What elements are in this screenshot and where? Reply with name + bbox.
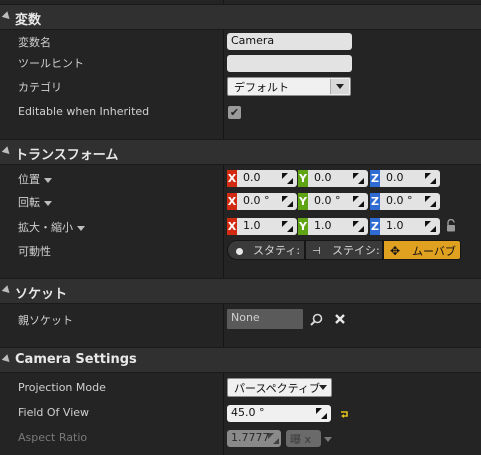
row-category: カテゴリ デフォルト (0, 75, 481, 99)
scale-x-field[interactable]: 1.0 (237, 218, 297, 235)
axis-y-label: Y (298, 170, 308, 187)
move-arrows-icon: ✥ (390, 244, 401, 258)
projection-mode-dropdown[interactable]: パースペクティブ (227, 378, 332, 397)
section-title-camera-settings: Camera Settings (15, 352, 137, 367)
lock-icon[interactable] (446, 219, 456, 232)
location-x[interactable]: X 0.0 (227, 170, 297, 187)
row-projection-mode: Projection Mode パースペクティブ (0, 377, 481, 401)
axis-y-label: Y (298, 218, 308, 235)
parent-socket-value[interactable]: None (227, 309, 303, 329)
row-editable-inherited: Editable when Inherited ✔ (0, 101, 481, 125)
scale-y[interactable]: Y 1.0 (298, 218, 368, 235)
location-z-field[interactable]: 0.0 (380, 170, 440, 187)
mobility-label: 可動性 (18, 245, 51, 258)
editable-inherited-checkbox[interactable]: ✔ (228, 106, 241, 119)
axis-x-label: X (227, 218, 237, 235)
reset-to-default-icon[interactable] (339, 409, 349, 419)
location-y[interactable]: Y 0.0 (298, 170, 368, 187)
row-aspect-ratio: Aspect Ratio 1.7777 曝 x (0, 427, 481, 451)
row-scale: 拡大・縮小 X 1.0 Y 1.0 Z 1.0 (0, 215, 481, 239)
spin-drag-icon[interactable] (425, 221, 436, 232)
mobility-toggle-group: スタティ: ⊣ ステイシ: ✥ ムーバブ (227, 240, 461, 260)
chevron-down-icon (77, 225, 85, 231)
row-tooltip: ツールヒント (0, 51, 481, 75)
mobility-static-button[interactable]: スタティ: (227, 240, 305, 260)
spin-drag-icon[interactable] (353, 221, 364, 232)
clear-x-icon[interactable] (334, 313, 346, 325)
axis-z-label: Z (370, 218, 380, 235)
category-value: デフォルト (234, 81, 289, 94)
scale-label[interactable]: 拡大・縮小 (18, 219, 85, 235)
collapse-arrow-icon[interactable] (1, 285, 13, 296)
mobility-movable-button[interactable]: ✥ ムーバブ (383, 240, 461, 260)
scale-x[interactable]: X 1.0 (227, 218, 297, 235)
variable-name-input[interactable]: Camera (227, 33, 352, 50)
chevron-down-icon (330, 79, 349, 94)
rotation-x-field[interactable]: 0.0 ° (237, 193, 297, 210)
static-dot-icon (236, 247, 243, 255)
field-of-view-label: Field Of View (18, 406, 90, 419)
collapse-arrow-icon[interactable] (1, 11, 13, 22)
scale-z[interactable]: Z 1.0 (370, 218, 440, 235)
rotation-y[interactable]: Y 0.0 ° (298, 193, 368, 210)
aspect-ratio-input: 1.7777 (227, 430, 281, 447)
category-dropdown[interactable]: デフォルト (227, 77, 351, 96)
mobility-stationary-button[interactable]: ⊣ ステイシ: (305, 240, 383, 260)
axis-y-label: Y (298, 193, 308, 210)
section-header-variables[interactable]: 変数 (0, 4, 481, 30)
search-icon[interactable] (310, 313, 323, 326)
variable-name-label: 変数名 (18, 36, 51, 49)
rotation-z[interactable]: Z 0.0 ° (370, 193, 440, 210)
projection-mode-value: パースペクティブ (234, 382, 321, 395)
chevron-down-icon (44, 200, 52, 206)
section-header-socket[interactable]: ソケット (0, 278, 481, 304)
spin-drag-icon[interactable] (353, 173, 364, 184)
spin-drag-icon[interactable] (282, 196, 293, 207)
spin-drag-icon[interactable] (425, 196, 436, 207)
section-title-variables: 変数 (15, 13, 42, 28)
axis-x-label: X (227, 170, 237, 187)
spin-drag-icon[interactable] (282, 221, 293, 232)
projection-mode-label: Projection Mode (18, 381, 106, 394)
collapse-arrow-icon[interactable] (1, 146, 13, 157)
spin-drag-icon[interactable] (282, 173, 293, 184)
editable-inherited-label: Editable when Inherited (18, 105, 150, 118)
spin-drag-icon[interactable] (353, 196, 364, 207)
location-label[interactable]: 位置 (18, 171, 52, 187)
aspect-ratio-label: Aspect Ratio (18, 431, 88, 444)
parent-socket-label: 親ソケット (18, 314, 73, 327)
location-z[interactable]: Z 0.0 (370, 170, 440, 187)
field-of-view-input[interactable]: 45.0 ° (227, 405, 331, 422)
location-x-field[interactable]: 0.0 (237, 170, 297, 187)
section-title-transform: トランスフォーム (15, 148, 119, 163)
section-header-transform[interactable]: トランスフォーム (0, 139, 481, 165)
rotation-y-field[interactable]: 0.0 ° (308, 193, 368, 210)
rotation-z-field[interactable]: 0.0 ° (380, 193, 440, 210)
scale-z-field[interactable]: 1.0 (380, 218, 440, 235)
row-rotation: 回転 X 0.0 ° Y 0.0 ° Z 0.0 ° (0, 190, 481, 214)
collapse-arrow-icon[interactable] (1, 354, 13, 365)
axis-z-label: Z (370, 170, 380, 187)
axis-x-label: X (227, 193, 237, 210)
row-location: 位置 X 0.0 Y 0.0 Z 0.0 (0, 167, 481, 191)
category-label: カテゴリ (18, 81, 62, 94)
rotation-label[interactable]: 回転 (18, 194, 52, 210)
stationary-light-icon: ⊣ (312, 246, 321, 257)
section-header-camera-settings[interactable]: Camera Settings (0, 347, 481, 373)
tooltip-input[interactable] (227, 55, 352, 72)
spin-drag-icon (268, 433, 279, 444)
aspect-ratio-preset-box: 曝 x (286, 430, 321, 447)
location-y-field[interactable]: 0.0 (308, 170, 368, 187)
spin-drag-icon[interactable] (316, 408, 327, 419)
tooltip-label: ツールヒント (18, 57, 84, 70)
chevron-down-icon (44, 177, 52, 183)
spin-drag-icon[interactable] (425, 173, 436, 184)
scale-y-field[interactable]: 1.0 (308, 218, 368, 235)
chevron-down-icon (319, 385, 327, 390)
axis-z-label: Z (370, 193, 380, 210)
chevron-down-icon (324, 437, 332, 442)
section-title-socket: ソケット (15, 287, 68, 302)
row-field-of-view: Field Of View 45.0 ° (0, 402, 481, 426)
rotation-x[interactable]: X 0.0 ° (227, 193, 297, 210)
